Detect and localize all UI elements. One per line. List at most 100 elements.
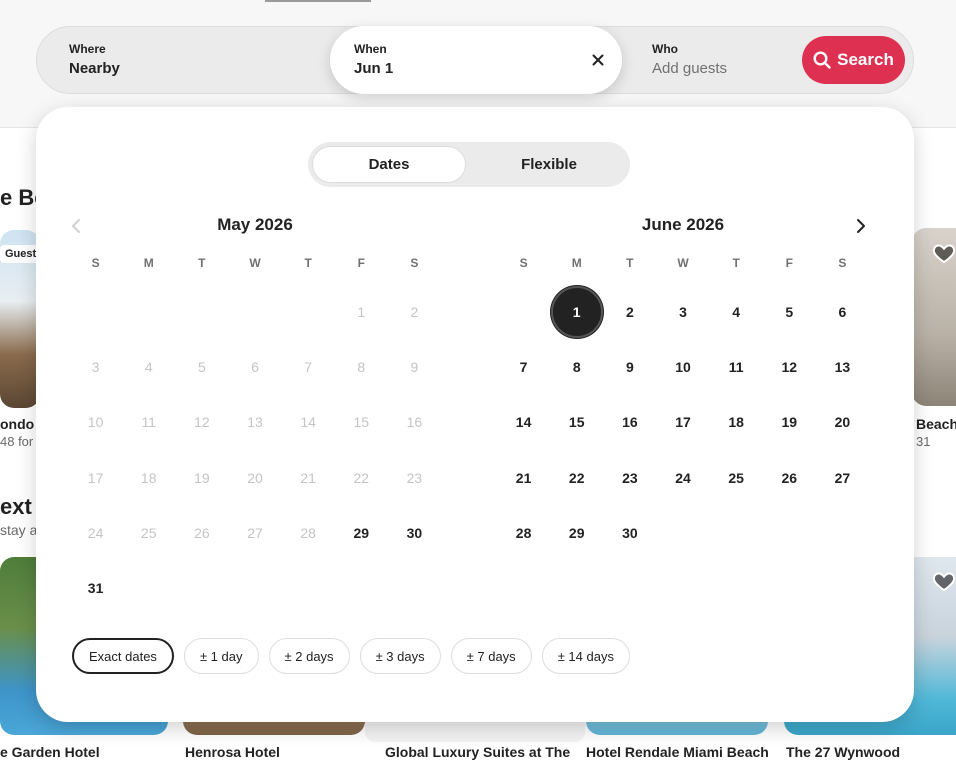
calendar-week: 7 8 9 10 11 12 13 bbox=[497, 339, 869, 394]
who-label: Who bbox=[652, 42, 678, 56]
calendar-day-empty bbox=[175, 562, 228, 615]
exact-dates-chip[interactable]: Exact dates bbox=[72, 638, 174, 674]
calendar-day[interactable]: 9 bbox=[603, 340, 656, 393]
listing-title[interactable]: e Garden Hotel bbox=[0, 744, 170, 760]
listing-title[interactable]: Global Luxury Suites at The bbox=[385, 744, 585, 760]
calendar-day[interactable]: 19 bbox=[763, 396, 816, 449]
calendar-day[interactable]: 3 bbox=[656, 285, 709, 338]
listing-price: 48 for bbox=[0, 434, 34, 449]
calendar-day[interactable]: 30 bbox=[603, 506, 656, 559]
calendar-day[interactable]: 24 bbox=[656, 451, 709, 504]
calendar-day: 26 bbox=[175, 506, 228, 559]
where-field[interactable]: Where Nearby bbox=[37, 27, 331, 93]
calendar-day[interactable]: 13 bbox=[816, 340, 869, 393]
calendar-week: 10 11 12 13 14 15 16 bbox=[69, 395, 441, 450]
listing-title[interactable]: Hotel Rendale Miami Beach bbox=[586, 744, 776, 760]
calendar-day[interactable]: 29 bbox=[335, 506, 388, 559]
day-number: 19 bbox=[781, 414, 798, 431]
calendar-day[interactable]: 17 bbox=[656, 396, 709, 449]
weekday-label: M bbox=[571, 256, 582, 270]
listing-title[interactable]: Henrosa Hotel bbox=[185, 744, 355, 760]
weekday-label: S bbox=[410, 256, 419, 270]
calendar-day[interactable]: 21 bbox=[497, 451, 550, 504]
calendar-day[interactable]: 25 bbox=[710, 451, 763, 504]
calendar-day[interactable]: 10 bbox=[656, 340, 709, 393]
calendar-day[interactable]: 12 bbox=[763, 340, 816, 393]
active-tab-underline bbox=[265, 0, 371, 2]
calendar-day[interactable]: 31 bbox=[69, 562, 122, 615]
who-field[interactable]: Who Add guests bbox=[620, 27, 800, 93]
day-number: 24 bbox=[87, 524, 104, 541]
day-number: 7 bbox=[519, 358, 528, 375]
calendar-day[interactable]: 14 bbox=[497, 396, 550, 449]
month-may: May 2026 SMTWTFS 1 2 3 4 5 6 7 8 9 10 11 12 13 14 15 16… bbox=[69, 215, 441, 616]
day-number: 26 bbox=[194, 524, 210, 541]
calendar-day[interactable]: 11 bbox=[710, 340, 763, 393]
calendar-day[interactable]: 23 bbox=[603, 451, 656, 504]
calendar-day: 16 bbox=[388, 396, 441, 449]
search-bar: Where Nearby When Jun 1 Who Add guests S… bbox=[36, 26, 914, 94]
calendar-day: 14 bbox=[282, 396, 335, 449]
calendar-day[interactable]: 5 bbox=[763, 285, 816, 338]
heart-icon[interactable] bbox=[931, 241, 956, 265]
calendar-day[interactable]: 8 bbox=[550, 340, 603, 393]
listing-title[interactable]: Beach bbox=[916, 416, 956, 432]
tab-flexible[interactable]: Flexible bbox=[472, 146, 626, 183]
calendar-day[interactable]: 7 bbox=[497, 340, 550, 393]
calendar-week: 17 18 19 20 21 22 23 bbox=[69, 450, 441, 505]
calendar-day[interactable]: 16 bbox=[603, 396, 656, 449]
calendar-day-empty bbox=[228, 562, 281, 615]
calendar-day: 22 bbox=[335, 451, 388, 504]
calendar-day: 18 bbox=[122, 451, 175, 504]
section-heading-2: ext bbox=[0, 494, 32, 519]
listing-title[interactable]: ondo ir bbox=[0, 416, 40, 432]
day-number: 5 bbox=[785, 303, 794, 320]
flex-days-chip[interactable]: ± 14 days bbox=[541, 638, 630, 674]
day-number: 8 bbox=[357, 358, 366, 375]
when-field[interactable]: When Jun 1 bbox=[330, 26, 622, 94]
search-button[interactable]: Search bbox=[802, 36, 905, 84]
calendar-day[interactable]: 2 bbox=[603, 285, 656, 338]
calendar-day[interactable]: 6 bbox=[816, 285, 869, 338]
calendar-week: 14 15 16 17 18 19 20 bbox=[497, 395, 869, 450]
flex-days-chip[interactable]: ± 2 days bbox=[268, 638, 350, 674]
day-number: 24 bbox=[675, 469, 691, 486]
calendar-day[interactable]: 4 bbox=[710, 285, 763, 338]
day-number: 29 bbox=[568, 524, 585, 541]
tab-dates[interactable]: Dates bbox=[312, 146, 466, 183]
day-number: 6 bbox=[838, 303, 847, 320]
listing-title[interactable]: The 27 Wynwood bbox=[786, 744, 956, 760]
calendar-day[interactable]: 18 bbox=[710, 396, 763, 449]
calendar-day-empty bbox=[497, 285, 550, 338]
flex-days-chip[interactable]: ± 1 day bbox=[183, 638, 259, 674]
day-number: 5 bbox=[197, 358, 206, 375]
day-number: 19 bbox=[194, 469, 210, 486]
calendar-day: 24 bbox=[69, 506, 122, 559]
calendar-day-empty bbox=[763, 506, 816, 559]
flex-days-chip[interactable]: ± 7 days bbox=[450, 638, 532, 674]
heart-icon[interactable] bbox=[931, 569, 956, 593]
calendar-day: 6 bbox=[228, 340, 281, 393]
calendar-day[interactable]: 26 bbox=[763, 451, 816, 504]
calendar-day[interactable]: 20 bbox=[816, 396, 869, 449]
day-number: 10 bbox=[675, 358, 691, 375]
calendar-day[interactable]: 30 bbox=[388, 506, 441, 559]
calendar-day: 15 bbox=[335, 396, 388, 449]
calendar-day[interactable]: 28 bbox=[497, 506, 550, 559]
flex-days-chip[interactable]: ± 3 days bbox=[359, 638, 441, 674]
weekday-label: S bbox=[91, 256, 100, 270]
day-number: 20 bbox=[834, 414, 851, 431]
calendar-day[interactable]: 22 bbox=[550, 451, 603, 504]
who-placeholder: Add guests bbox=[652, 60, 728, 77]
calendar-day[interactable]: 15 bbox=[550, 396, 603, 449]
calendar-day[interactable]: 29 bbox=[550, 506, 603, 559]
calendar-day[interactable]: 27 bbox=[816, 451, 869, 504]
calendar-day-empty bbox=[388, 562, 441, 615]
calendar-week: 28 29 30 bbox=[497, 505, 869, 560]
day-number: 10 bbox=[87, 414, 104, 431]
calendar-week: 12 bbox=[69, 284, 441, 339]
calendar-day-selected[interactable]: 1 bbox=[550, 285, 603, 338]
calendar-day-empty bbox=[816, 506, 869, 559]
day-number: 14 bbox=[515, 414, 532, 431]
clear-dates-button[interactable] bbox=[588, 50, 608, 70]
